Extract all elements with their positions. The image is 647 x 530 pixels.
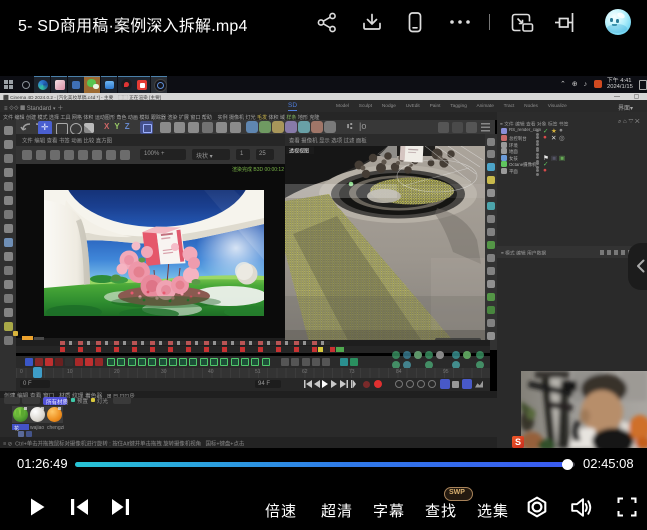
svg-text:透视视图: 透视视图 [289, 148, 309, 155]
